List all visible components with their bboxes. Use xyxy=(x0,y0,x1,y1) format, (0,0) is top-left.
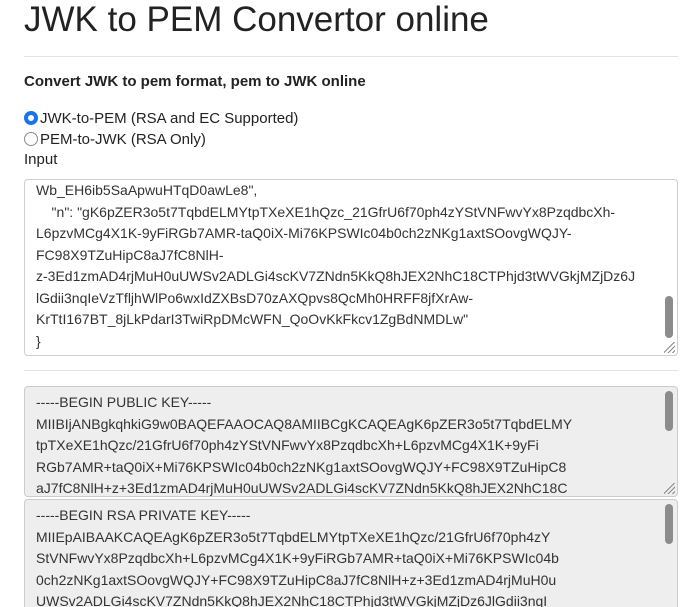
input-line: Wb_EH6ib5SaApwuHTqD0awLe8", xyxy=(36,182,258,198)
input-line: KrTtI167BT_8jLkPdarI3TwiRpDMcWFN_QoOvKkF… xyxy=(36,311,469,327)
input-line: } xyxy=(36,332,41,349)
resize-grip-icon[interactable] xyxy=(664,483,675,494)
jwk-to-pem-label[interactable]: JWK-to-PEM (RSA and EC Supported) xyxy=(40,110,298,127)
public-key-scrollbar-thumb[interactable] xyxy=(665,391,673,431)
public-key-line: MIIBIjANBgkqhkiG9w0BAQEFAAOCAQ8AMIIBCgKC… xyxy=(36,415,573,432)
jwk-input-textarea[interactable]: Wb_EH6ib5SaApwuHTqD0awLe8", "n": "gK6pZE… xyxy=(24,179,678,356)
input-scrollbar-thumb[interactable] xyxy=(665,296,673,338)
public-key-output[interactable]: -----BEGIN PUBLIC KEY----- MIIBIjANBgkqh… xyxy=(24,386,678,497)
input-line: lGdii3nqIeVzTfljhWlPo6wxIdZXBsD70zAXQpvs… xyxy=(36,289,473,306)
input-line: z-3Ed1zmAD4rjMuH0uUWSv2ADLGi4scKV7ZNdn5K… xyxy=(36,268,636,284)
input-line: FC98X9TZuHipC8aJ7fC8NlH- xyxy=(36,246,224,263)
public-key-line: RGb7AMR+taQ0iX+Mi76KPSWIc04b0ch2zNKg1axt… xyxy=(36,458,567,475)
private-key-line: UWSv2ADLGi4scKV7ZNdn5KkQ8hJEX2NhC18CTPhj… xyxy=(36,593,548,607)
page-subtitle: Convert JWK to pem format, pem to JWK on… xyxy=(24,73,366,90)
jwk-to-pem-radio[interactable] xyxy=(24,111,38,125)
private-key-line: StVNFwvYx8PzqdbcXh+L6pzvMCg4X1K+9yFiRGb7… xyxy=(36,550,559,566)
pem-to-jwk-radio[interactable] xyxy=(24,132,38,146)
input-line: "n": "gK6pZER3o5t7TqbdELMYtpTXeXE1hQzc_2… xyxy=(36,203,616,220)
resize-grip-icon[interactable] xyxy=(664,342,675,353)
public-key-line: tpTXeXE1hQzc/21GfrU6f70ph4zYStVNFwvYx8Pz… xyxy=(36,437,539,453)
input-scrollbar[interactable] xyxy=(663,182,675,341)
page: JWK to PEM Convertor online Convert JWK … xyxy=(0,0,690,607)
private-key-line: MIIEpAIBAAKCAQEAgK6pZER3o5t7TqbdELMYtpTX… xyxy=(36,528,551,545)
option-pem-to-jwk[interactable]: PEM-to-JWK (RSA Only) xyxy=(24,129,206,149)
public-key-line: aJ7fC8NlH+z+3Ed1zmAD4rjMuH0uUWSv2ADLGi4s… xyxy=(36,480,568,496)
private-key-output[interactable]: -----BEGIN RSA PRIVATE KEY----- MIIEpAIB… xyxy=(24,499,678,607)
private-key-line: -----BEGIN RSA PRIVATE KEY----- xyxy=(36,507,251,523)
private-key-scrollbar-thumb[interactable] xyxy=(665,504,673,544)
option-jwk-to-pem[interactable]: JWK-to-PEM (RSA and EC Supported) xyxy=(24,108,298,128)
section-divider xyxy=(24,370,678,371)
public-key-scrollbar[interactable] xyxy=(663,389,675,482)
input-line: L6pzvMCg4X1K-9yFiRGb7AMR-taQ0iX-Mi76KPSW… xyxy=(36,225,572,241)
page-title: JWK to PEM Convertor online xyxy=(24,0,489,39)
header-divider xyxy=(24,56,678,57)
input-label: Input xyxy=(24,151,58,168)
pem-to-jwk-label[interactable]: PEM-to-JWK (RSA Only) xyxy=(40,131,206,148)
private-key-scrollbar[interactable] xyxy=(663,502,675,604)
private-key-line: 0ch2zNKg1axtSOovgWQJY+FC98X9TZuHipC8aJ7f… xyxy=(36,571,557,588)
public-key-line: -----BEGIN PUBLIC KEY----- xyxy=(36,394,212,410)
